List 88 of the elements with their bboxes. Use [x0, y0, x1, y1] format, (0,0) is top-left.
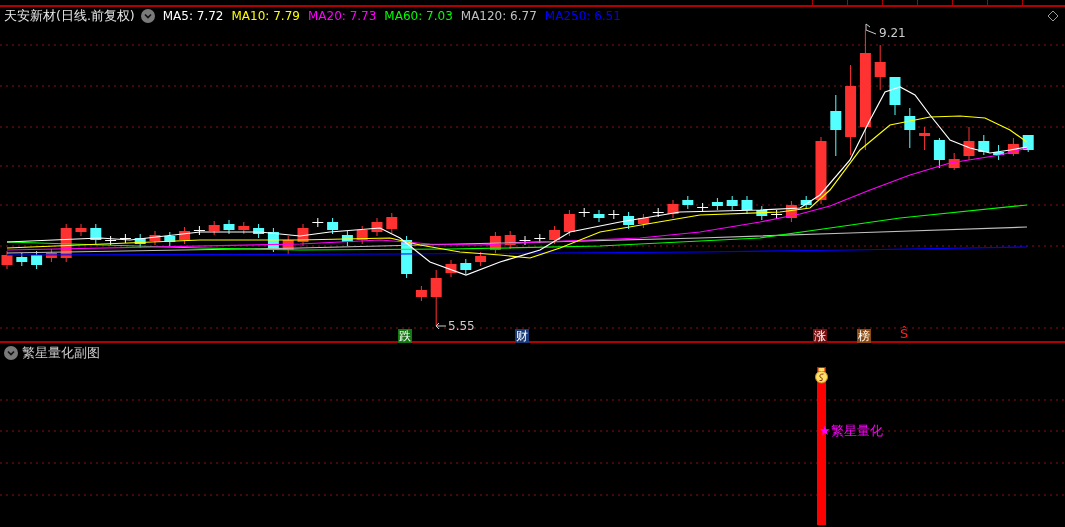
- candlestick: [60, 223, 72, 263]
- candlestick: [889, 76, 901, 116]
- indicator-value: MA60: 7.03: [384, 9, 453, 23]
- candlestick: [667, 199, 679, 219]
- candlestick: [208, 220, 220, 236]
- indicator-value: MA250: 6.51: [544, 9, 621, 23]
- candlestick: [415, 285, 427, 302]
- candlestick: [16, 252, 28, 267]
- candlestick: [504, 230, 516, 250]
- candlestick: [193, 225, 205, 236]
- panel-title: 繁星量化副图: [22, 344, 100, 362]
- event-marker[interactable]: 跌: [398, 329, 412, 343]
- candlestick: [223, 219, 235, 235]
- candlestick: [933, 137, 945, 169]
- candlestick: [948, 152, 960, 171]
- candlestick: [815, 136, 827, 205]
- indicator-value: MA10: 7.79: [231, 9, 300, 23]
- candlestick: [489, 231, 501, 255]
- low-price-label: 5.55: [448, 319, 475, 333]
- candlestick: [830, 94, 842, 157]
- event-marker[interactable]: 涨: [813, 329, 827, 343]
- candlestick: [401, 235, 413, 279]
- high-price-label: 9.21: [879, 26, 906, 40]
- candlestick: [475, 251, 487, 267]
- candlestick: [149, 230, 161, 246]
- candlestick: [371, 217, 383, 237]
- candlestick: [105, 235, 117, 246]
- candlestick: [785, 200, 797, 223]
- money-bag-icon: [815, 368, 828, 384]
- candlestick: [1007, 137, 1019, 157]
- leader-line: [865, 23, 877, 35]
- candlestick: [874, 44, 886, 91]
- candlestick: [993, 144, 1005, 161]
- candlestick: [919, 126, 931, 151]
- candlestick: [608, 209, 620, 220]
- candlestick: [697, 202, 709, 213]
- candlestick: [341, 230, 353, 247]
- candlestick: [312, 217, 324, 228]
- dropdown-icon: [4, 346, 18, 360]
- candlestick: [253, 223, 265, 239]
- indicator-value: MA120: 6.77: [460, 9, 537, 23]
- candlestick: [771, 209, 783, 220]
- candlestick: [386, 212, 398, 234]
- candlestick: [164, 231, 176, 247]
- candlestick: [711, 197, 723, 211]
- candlestick: [460, 258, 472, 275]
- indicator-value: MA5: 7.72: [162, 9, 224, 23]
- candlestick: [430, 269, 442, 327]
- candlestick: [578, 207, 590, 218]
- candlestick: [652, 207, 664, 218]
- candlestick: [267, 227, 279, 253]
- candlestick: [297, 223, 309, 247]
- candlestick: [963, 126, 975, 161]
- candlestick: [519, 235, 531, 246]
- candlestick: [563, 209, 575, 237]
- candlestick: [682, 195, 694, 210]
- candlestick: [1, 250, 13, 270]
- event-marker[interactable]: Ŝ: [900, 326, 909, 342]
- candlestick: [238, 221, 250, 235]
- candlestick: [637, 213, 649, 229]
- candlestick: [978, 134, 990, 156]
- diamond-icon: [1047, 10, 1059, 22]
- candlestick: [1022, 134, 1034, 153]
- candlestick: [904, 107, 916, 149]
- candlestick: [756, 205, 768, 221]
- event-marker[interactable]: 财: [515, 329, 529, 343]
- candlestick: [282, 235, 294, 255]
- candlestick: [179, 226, 191, 245]
- dropdown-icon: [140, 9, 155, 23]
- candlestick: [726, 195, 738, 211]
- candlestick: [45, 248, 57, 263]
- candlestick: [549, 225, 561, 245]
- candlestick: [534, 233, 546, 244]
- candlestick: [623, 211, 635, 230]
- event-marker[interactable]: 榜: [857, 329, 871, 343]
- candlestick: [31, 250, 43, 270]
- candlestick: [593, 209, 605, 223]
- candlestick: [75, 223, 87, 237]
- candlestick: [445, 259, 457, 278]
- candlestick: [90, 223, 102, 245]
- indicator-value: MA20: 7.73: [307, 9, 377, 23]
- candlestick: [800, 195, 812, 210]
- candlestick: [327, 217, 339, 235]
- candlestick: [356, 225, 368, 245]
- candlestick: [119, 233, 131, 244]
- leader-line: [435, 322, 447, 330]
- stock-title: 天安新材(日线.前复权): [4, 7, 135, 25]
- candlestick: [741, 195, 753, 215]
